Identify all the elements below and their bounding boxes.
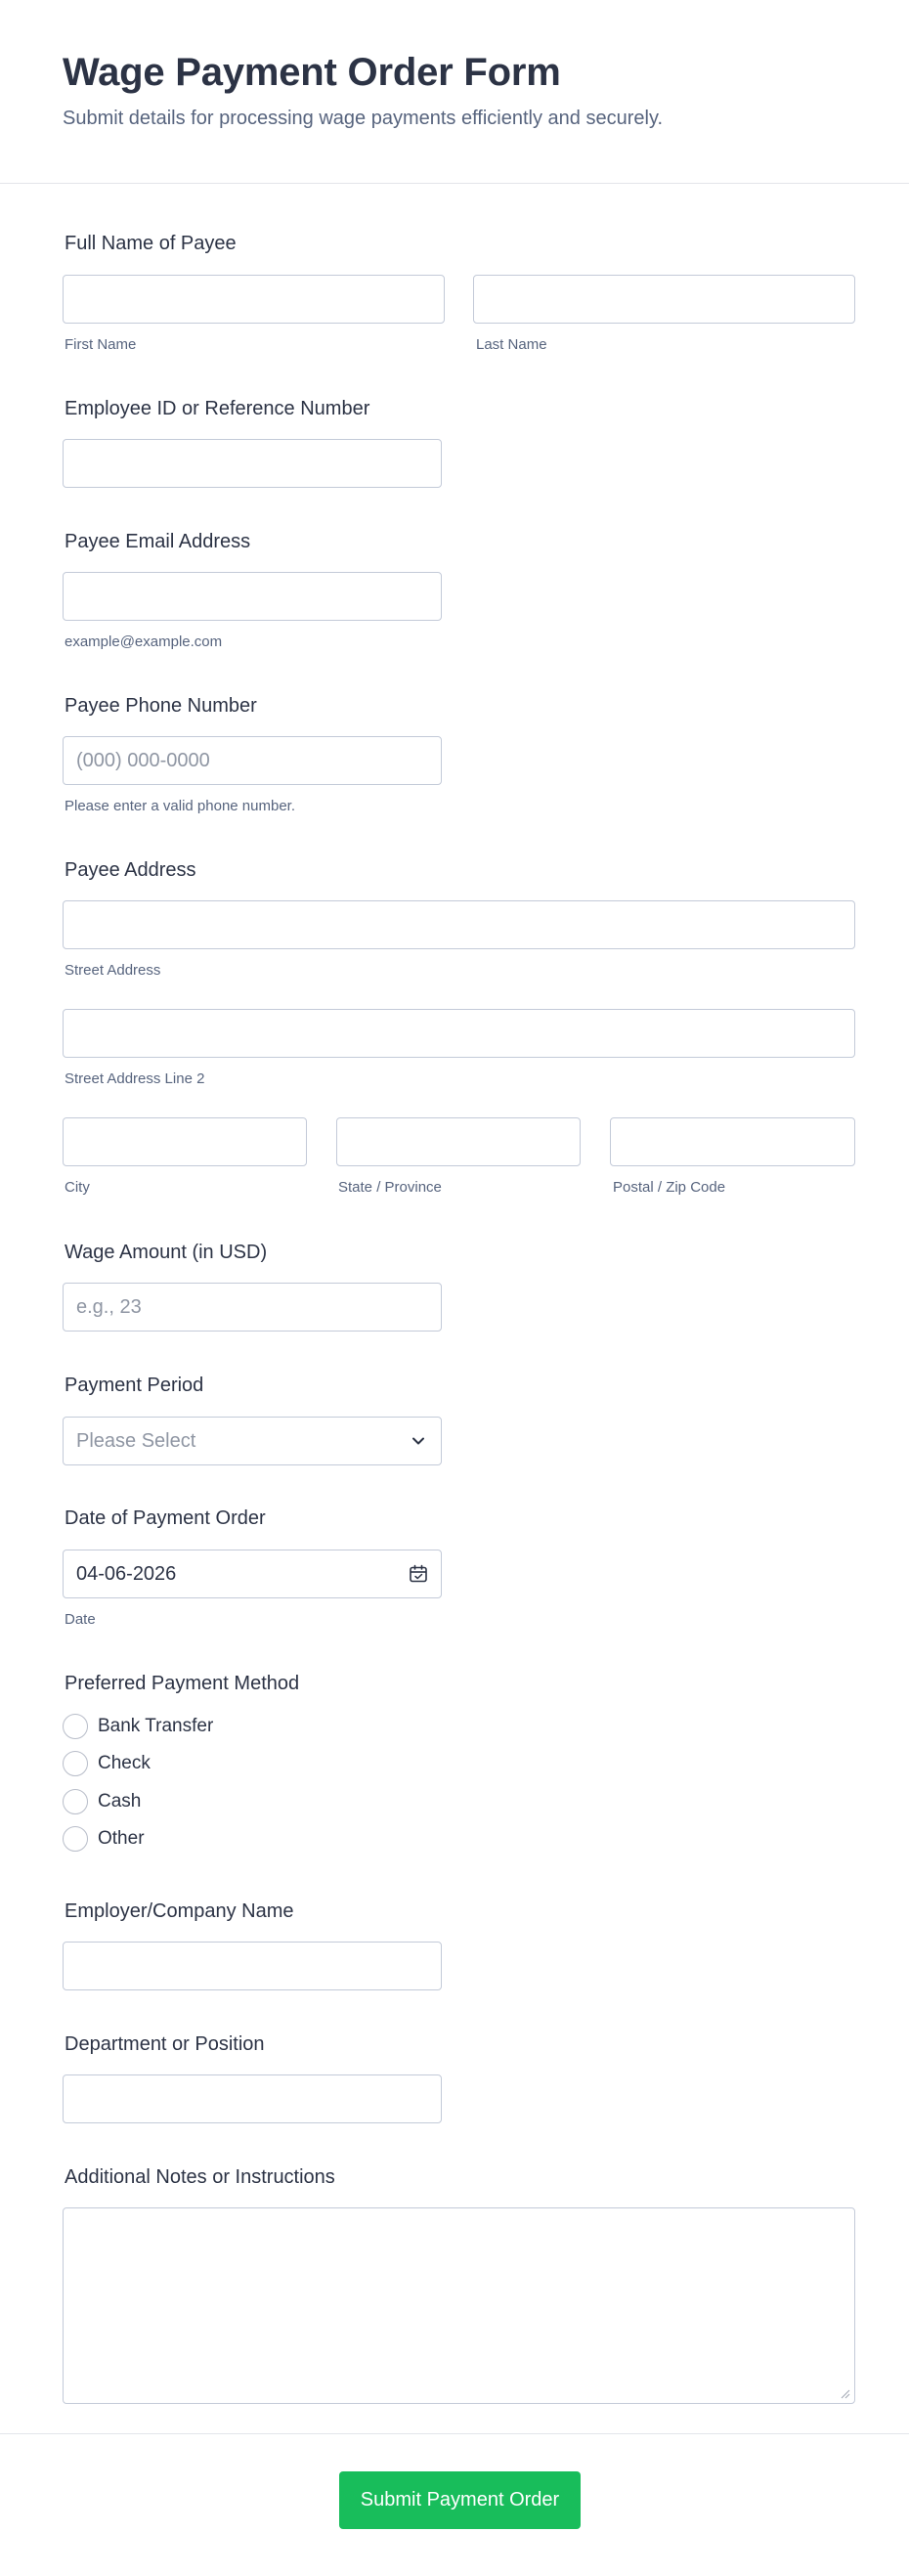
employer-label: Employer/Company Name <box>65 1900 294 1922</box>
last-name-input[interactable] <box>473 275 855 324</box>
phone-input[interactable] <box>63 736 442 785</box>
radio-label: Check <box>98 1753 151 1773</box>
street-address-line2-sublabel: Street Address Line 2 <box>65 1070 205 1087</box>
first-name-input[interactable] <box>63 275 445 324</box>
radio-option-check[interactable]: Check <box>63 1750 151 1777</box>
radio-label: Cash <box>98 1791 142 1812</box>
payment-date-label: Date of Payment Order <box>65 1507 266 1529</box>
email-label: Payee Email Address <box>65 531 251 552</box>
email-input[interactable] <box>63 572 442 621</box>
street-address-input[interactable] <box>63 900 855 949</box>
radio-button[interactable] <box>63 1826 88 1852</box>
notes-label: Additional Notes or Instructions <box>65 2166 335 2188</box>
street-address-line2-input[interactable] <box>63 1009 855 1058</box>
employee-id-label: Employee ID or Reference Number <box>65 398 370 419</box>
payment-period-select[interactable]: Please Select <box>63 1417 442 1465</box>
city-sublabel: City <box>65 1179 90 1196</box>
employee-id-input[interactable] <box>63 439 442 488</box>
phone-label: Payee Phone Number <box>65 695 257 717</box>
submit-button[interactable]: Submit Payment Order <box>339 2471 581 2529</box>
radio-button[interactable] <box>63 1714 88 1739</box>
payment-method-label: Preferred Payment Method <box>65 1673 300 1694</box>
employer-input[interactable] <box>63 1942 442 1990</box>
state-sublabel: State / Province <box>338 1179 442 1196</box>
payment-period-label: Payment Period <box>65 1375 204 1396</box>
wage-amount-input[interactable] <box>63 1283 442 1332</box>
form-title: Wage Payment Order Form <box>63 51 561 94</box>
form-subtitle: Submit details for processing wage payme… <box>63 108 664 129</box>
radio-button[interactable] <box>63 1751 88 1776</box>
calendar-icon[interactable] <box>408 1563 429 1585</box>
radio-option-bank-transfer[interactable]: Bank Transfer <box>63 1713 213 1740</box>
full-name-label: Full Name of Payee <box>65 233 237 254</box>
radio-option-cash[interactable]: Cash <box>63 1788 141 1815</box>
last-name-sublabel: Last Name <box>476 336 547 353</box>
radio-label: Bank Transfer <box>98 1716 214 1736</box>
city-input[interactable] <box>63 1117 307 1166</box>
notes-textarea[interactable] <box>63 2207 855 2404</box>
first-name-sublabel: First Name <box>65 336 137 353</box>
payment-date-input[interactable]: 04-06-2026 <box>63 1550 442 1598</box>
radio-button[interactable] <box>63 1789 88 1814</box>
form-header: Wage Payment Order Form Submit details f… <box>0 0 909 184</box>
payment-period-selected: Please Select <box>76 1430 196 1452</box>
phone-sublabel: Please enter a valid phone number. <box>65 798 295 814</box>
payment-date-sublabel: Date <box>65 1611 96 1628</box>
zip-input[interactable] <box>610 1117 855 1166</box>
chevron-down-icon <box>412 1437 424 1445</box>
email-sublabel: example@example.com <box>65 633 223 650</box>
department-input[interactable] <box>63 2074 442 2123</box>
radio-option-other[interactable]: Other <box>63 1825 145 1853</box>
wage-amount-label: Wage Amount (in USD) <box>65 1242 268 1263</box>
zip-sublabel: Postal / Zip Code <box>613 1179 726 1196</box>
resize-handle-icon[interactable] <box>839 2387 850 2399</box>
radio-label: Other <box>98 1828 145 1849</box>
street-address-sublabel: Street Address <box>65 962 161 979</box>
payment-date-value: 04-06-2026 <box>76 1563 177 1585</box>
department-label: Department or Position <box>65 2033 265 2055</box>
state-input[interactable] <box>336 1117 581 1166</box>
address-label: Payee Address <box>65 859 196 881</box>
